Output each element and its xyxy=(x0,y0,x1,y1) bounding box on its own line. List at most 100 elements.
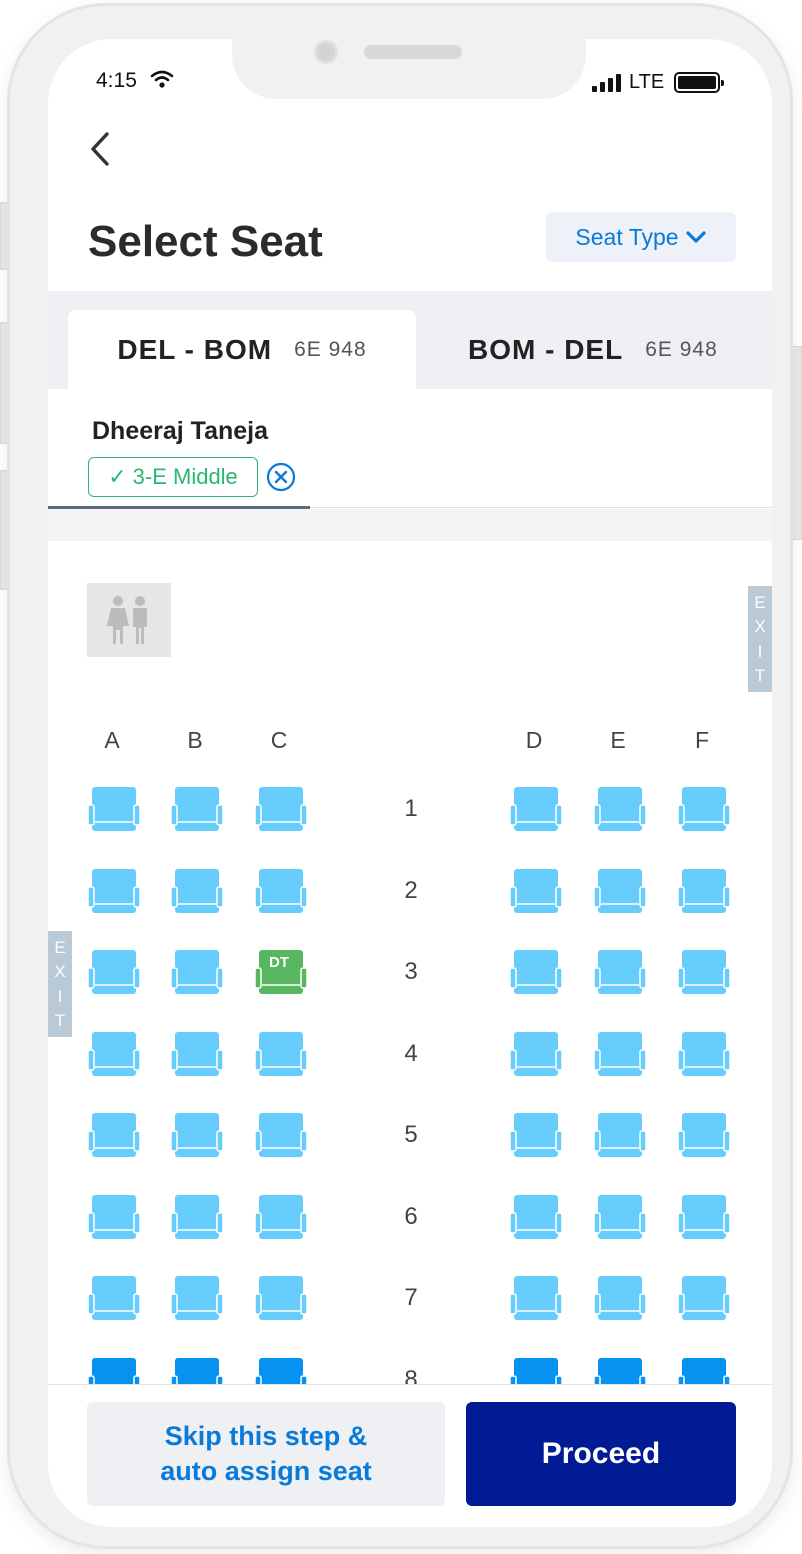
status-indicators: LTE xyxy=(592,71,725,94)
seat-7d[interactable] xyxy=(510,1274,562,1322)
tab-flight-number: 6E 948 xyxy=(294,337,367,361)
selected-seat-chip[interactable]: ✓ 3-E Middle xyxy=(88,457,258,497)
column-label-b: B xyxy=(187,727,203,753)
back-button[interactable] xyxy=(82,129,118,169)
seat-type-label: Seat Type xyxy=(575,223,679,250)
column-label-e: E xyxy=(610,727,626,753)
exit-sign-right: E X I T xyxy=(748,586,772,692)
row-number: 1 xyxy=(404,795,418,822)
exit-sign-left: E X I T xyxy=(48,931,72,1037)
exit-letter: X xyxy=(754,617,766,637)
seat-2c[interactable] xyxy=(255,867,307,915)
tab-bom-del[interactable]: BOM - DEL 6E 948 xyxy=(468,310,768,389)
seat-4e[interactable] xyxy=(594,1030,646,1078)
tab-flight-number: 6E 948 xyxy=(645,337,718,361)
proceed-button[interactable]: Proceed xyxy=(466,1402,736,1506)
seat-6b[interactable] xyxy=(171,1193,223,1241)
seat-3f[interactable] xyxy=(678,948,730,996)
seat-1e[interactable] xyxy=(594,785,646,833)
skip-auto-assign-button[interactable]: Skip this step & auto assign seat xyxy=(87,1402,445,1506)
speaker-grill xyxy=(364,45,462,59)
seat-3b[interactable] xyxy=(171,948,223,996)
seat-5b[interactable] xyxy=(171,1111,223,1159)
lavatory-icon xyxy=(87,583,171,657)
seat-6e[interactable] xyxy=(594,1193,646,1241)
seat-5c[interactable] xyxy=(255,1111,307,1159)
column-label-c: C xyxy=(270,727,288,753)
tab-route: DEL - BOM xyxy=(117,333,273,365)
status-time: 4:15 xyxy=(96,69,137,92)
app-screen: 4:15 LTE Select Seat Seat Type DEL - BOM… xyxy=(48,39,772,1527)
seat-7a[interactable] xyxy=(88,1274,140,1322)
column-label-f: F xyxy=(694,727,710,753)
column-label-a: A xyxy=(104,727,120,753)
seat-4d[interactable] xyxy=(510,1030,562,1078)
tab-route: BOM - DEL xyxy=(468,333,624,365)
phone-frame: 4:15 LTE Select Seat Seat Type DEL - BOM… xyxy=(10,6,790,1546)
seat-6a[interactable] xyxy=(88,1193,140,1241)
seat-3e[interactable] xyxy=(594,948,646,996)
network-label: LTE xyxy=(629,71,665,93)
seat-7e[interactable] xyxy=(594,1274,646,1322)
row-number: 3 xyxy=(404,958,418,985)
seat-1a[interactable] xyxy=(88,785,140,833)
section-separator xyxy=(48,509,772,541)
camera-icon xyxy=(314,40,338,64)
row-number: 2 xyxy=(404,876,418,904)
exit-letter: T xyxy=(754,666,766,686)
row-number: 4 xyxy=(404,1039,418,1067)
seat-5e[interactable] xyxy=(594,1111,646,1159)
seat-4b[interactable] xyxy=(171,1030,223,1078)
exit-letter: E xyxy=(54,937,66,957)
tab-del-bom[interactable]: DEL - BOM 6E 948 xyxy=(68,310,416,389)
seat-6d[interactable] xyxy=(510,1193,562,1241)
seat-7b[interactable] xyxy=(171,1274,223,1322)
seat-3a[interactable] xyxy=(88,948,140,996)
seat-passenger-initials: DT xyxy=(269,954,289,971)
seat-2a[interactable] xyxy=(88,867,140,915)
exit-letter: I xyxy=(57,986,63,1006)
footer-actions: Skip this step & auto assign seat Procee… xyxy=(48,1384,772,1527)
seat-4c[interactable] xyxy=(255,1030,307,1078)
seat-7c[interactable] xyxy=(255,1274,307,1322)
seat-1f[interactable] xyxy=(678,785,730,833)
seat-1c[interactable] xyxy=(255,785,307,833)
page-title: Select Seat xyxy=(88,217,323,266)
signal-icon xyxy=(592,73,621,92)
seat-1d[interactable] xyxy=(510,785,562,833)
seat-4f[interactable] xyxy=(678,1030,730,1078)
skip-label-line1: Skip this step & xyxy=(164,1421,368,1451)
exit-letter: X xyxy=(54,962,66,982)
exit-letter: E xyxy=(754,592,766,612)
remove-seat-icon[interactable] xyxy=(266,462,296,492)
check-icon: ✓ xyxy=(108,464,127,489)
phone-notch xyxy=(232,31,586,99)
row-number: 5 xyxy=(404,1121,418,1148)
seat-7f[interactable] xyxy=(678,1274,730,1322)
battery-icon xyxy=(674,72,725,93)
seat-4a[interactable] xyxy=(88,1030,140,1078)
seat-3d[interactable] xyxy=(510,948,562,996)
flight-tabs: DEL - BOM 6E 948 BOM - DEL 6E 948 xyxy=(48,291,772,389)
seat-2e[interactable] xyxy=(594,867,646,915)
passenger-name: Dheeraj Taneja xyxy=(92,417,269,445)
seat-5a[interactable] xyxy=(88,1111,140,1159)
chevron-down-icon xyxy=(685,231,706,243)
seat-6f[interactable] xyxy=(678,1193,730,1241)
seat-5d[interactable] xyxy=(510,1111,562,1159)
seat-1b[interactable] xyxy=(171,785,223,833)
seat-2f[interactable] xyxy=(678,867,730,915)
seat-5f[interactable] xyxy=(678,1111,730,1159)
chevron-left-icon xyxy=(91,132,109,166)
seat-type-dropdown[interactable]: Seat Type xyxy=(546,212,736,262)
row-number: 6 xyxy=(404,1202,418,1230)
exit-letter: T xyxy=(54,1011,66,1031)
seat-2d[interactable] xyxy=(510,867,562,915)
column-label-d: D xyxy=(525,727,543,753)
seat-6c[interactable] xyxy=(255,1193,307,1241)
seat-chip-label: 3-E Middle xyxy=(132,464,238,489)
seat-3c[interactable]: DT xyxy=(255,948,307,996)
exit-letter: I xyxy=(757,641,763,661)
seat-2b[interactable] xyxy=(171,867,223,915)
row-number: 7 xyxy=(404,1284,418,1311)
